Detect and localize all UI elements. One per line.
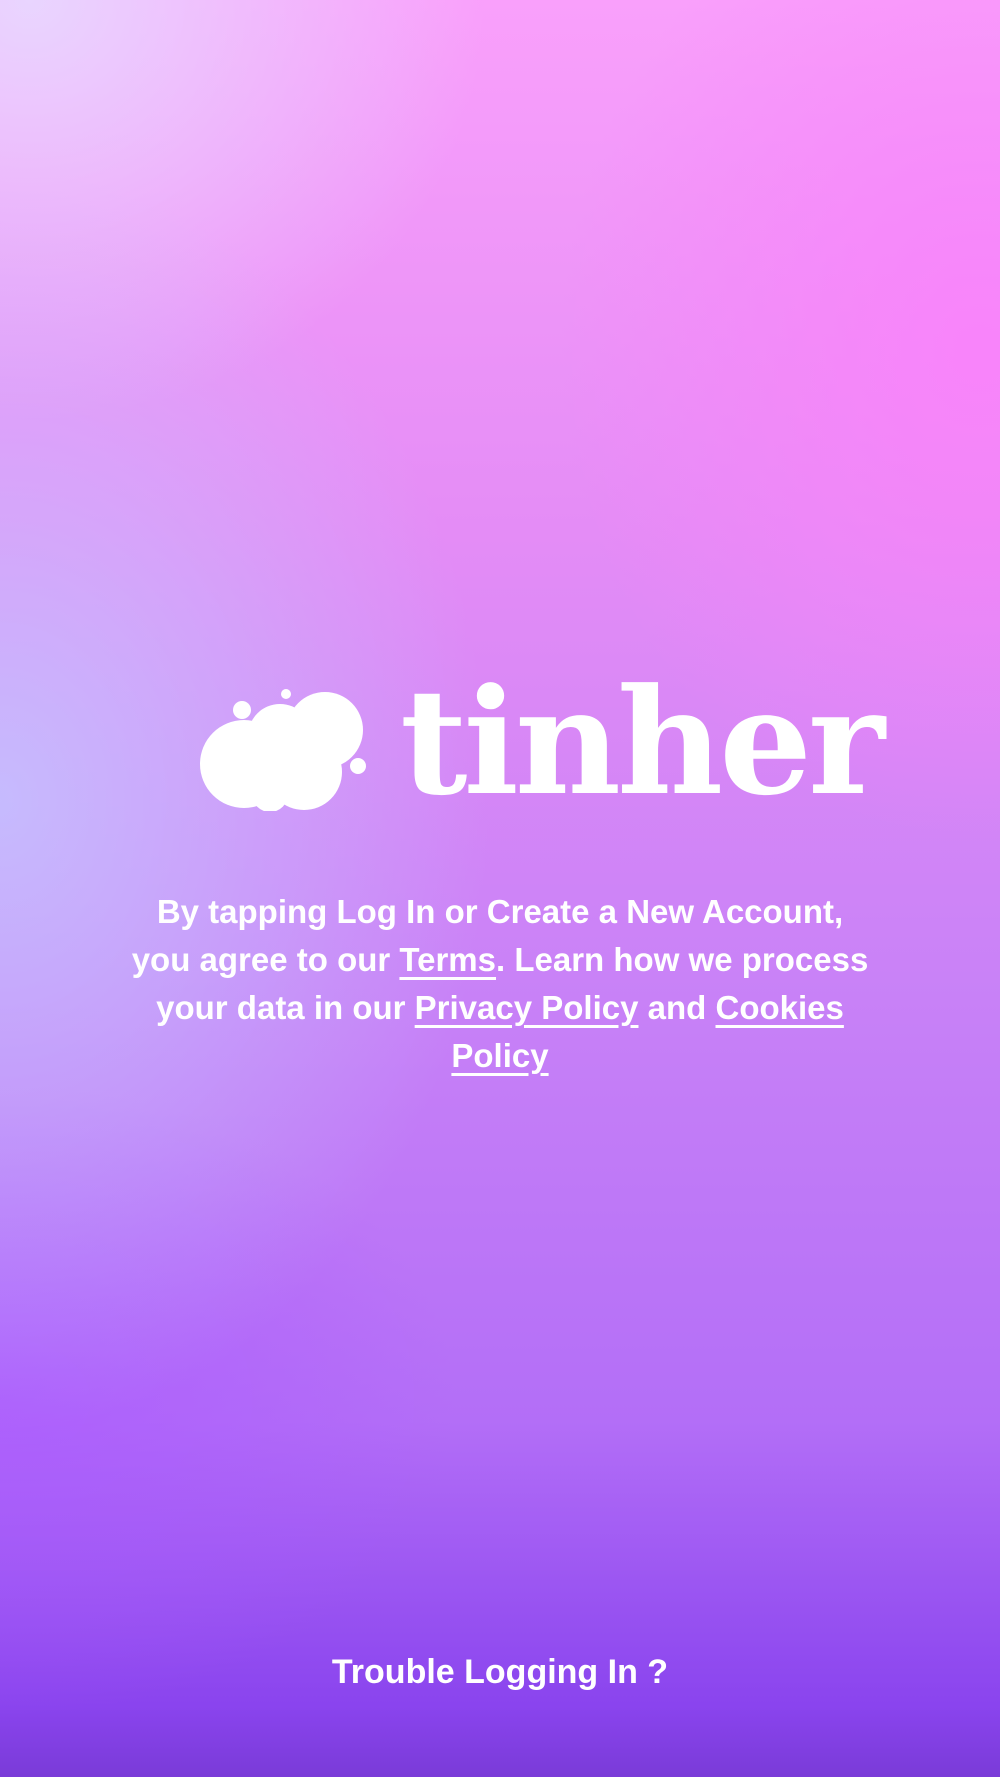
brand-wordmark: tinher [400,657,885,828]
legal-text-and: and [638,989,716,1026]
privacy-policy-link[interactable]: Privacy Policy [415,989,639,1026]
cloud-blob-icon [200,689,366,811]
terms-link[interactable]: Terms [399,941,496,978]
trouble-logging-in-link[interactable]: Trouble Logging In ? [0,1648,1000,1696]
app-logo: tinher [200,668,885,818]
legal-notice: By tapping Log In or Create a New Accoun… [130,888,870,1080]
